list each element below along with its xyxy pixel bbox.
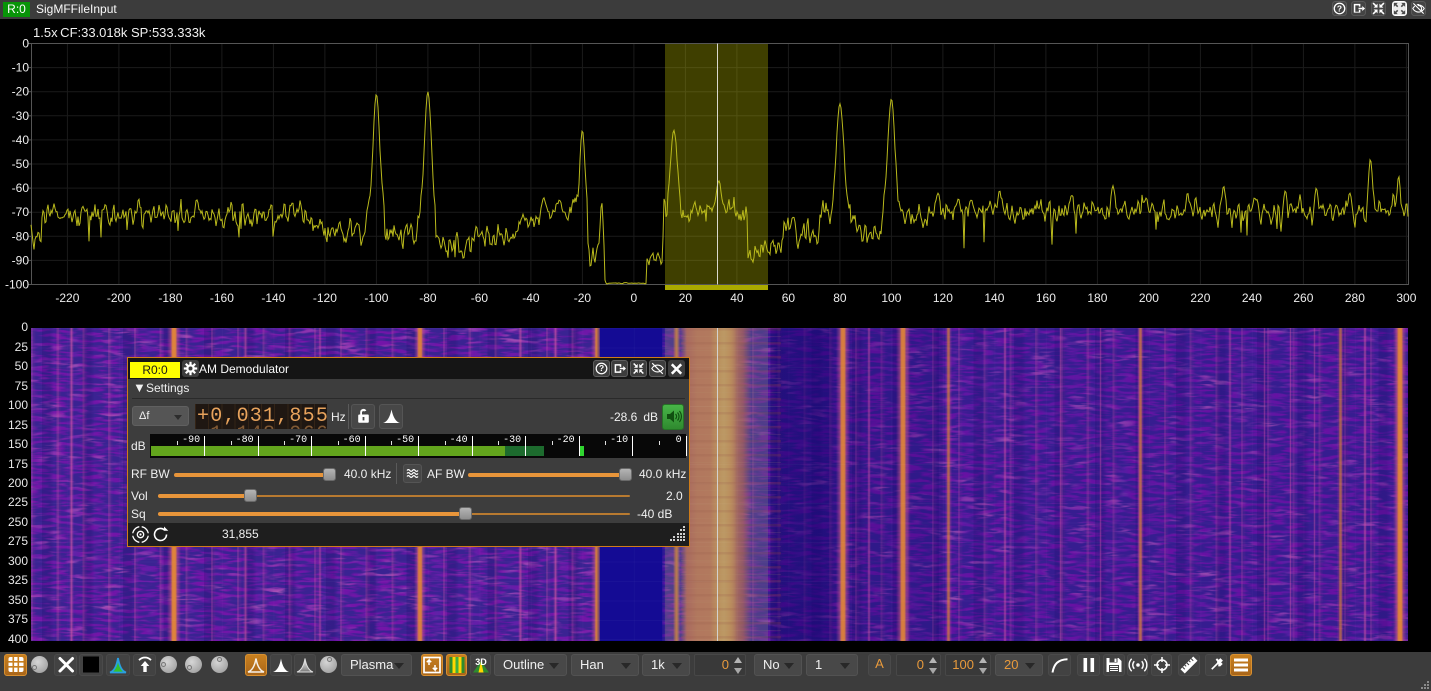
svg-text:?: ?	[1337, 3, 1342, 13]
svg-text:0: 0	[22, 37, 29, 51]
svg-text:-100: -100	[364, 291, 388, 305]
svg-text:-120: -120	[313, 291, 337, 305]
svg-text:-80: -80	[419, 291, 437, 305]
svg-text:40: 40	[730, 291, 744, 305]
svg-text:260: 260	[1293, 291, 1313, 305]
svg-text:-70: -70	[12, 205, 30, 219]
svg-text:3D: 3D	[475, 657, 487, 667]
svg-text:140: 140	[984, 291, 1004, 305]
svg-text:0: 0	[631, 291, 638, 305]
svg-text:100: 100	[881, 291, 901, 305]
svg-text:-90: -90	[12, 253, 30, 267]
svg-text:?: ?	[598, 363, 603, 373]
svg-text:180: 180	[1087, 291, 1107, 305]
svg-text:-80: -80	[12, 229, 30, 243]
svg-text:-30: -30	[12, 109, 30, 123]
svg-text:-140: -140	[261, 291, 285, 305]
svg-text:-180: -180	[158, 291, 182, 305]
svg-text:-160: -160	[210, 291, 234, 305]
svg-text:240: 240	[1242, 291, 1262, 305]
svg-text:-40: -40	[12, 133, 30, 147]
svg-text:-20: -20	[574, 291, 592, 305]
svg-text:-200: -200	[107, 291, 131, 305]
svg-text:200: 200	[1139, 291, 1159, 305]
svg-text:280: 280	[1345, 291, 1365, 305]
svg-text:300: 300	[1396, 291, 1416, 305]
svg-text:-20: -20	[12, 85, 30, 99]
svg-text:-10: -10	[12, 61, 30, 75]
svg-text:120: 120	[933, 291, 953, 305]
svg-text:20: 20	[679, 291, 693, 305]
svg-text:-50: -50	[12, 157, 30, 171]
svg-text:-60: -60	[12, 181, 30, 195]
svg-text:80: 80	[833, 291, 847, 305]
svg-text:-40: -40	[522, 291, 540, 305]
svg-text:160: 160	[1036, 291, 1056, 305]
svg-text:-60: -60	[471, 291, 489, 305]
svg-text:-100: -100	[5, 278, 29, 292]
svg-text:-220: -220	[55, 291, 79, 305]
svg-text:60: 60	[782, 291, 796, 305]
svg-text:220: 220	[1190, 291, 1210, 305]
